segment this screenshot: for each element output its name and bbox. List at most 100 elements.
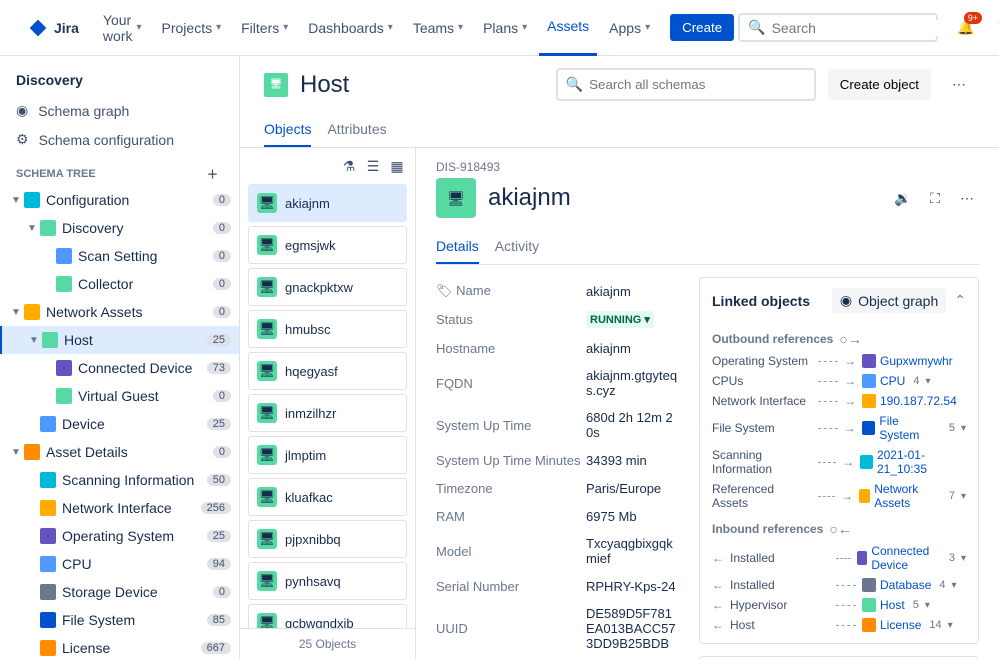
- count-badge: 256: [201, 502, 231, 514]
- list-item[interactable]: 🖥hmubsc: [248, 310, 407, 348]
- ref-type: Network Interface: [712, 394, 812, 408]
- nav-apps[interactable]: Apps▾: [601, 16, 658, 40]
- list-item[interactable]: 🖥jlmptim: [248, 436, 407, 474]
- graph-view-icon[interactable]: ⛶: [923, 186, 947, 210]
- schema-search-input[interactable]: [589, 77, 806, 92]
- ref-type-icon: [862, 578, 876, 592]
- tree-item-connected-device[interactable]: ▶ Connected Device 73: [0, 354, 239, 382]
- create-object-button[interactable]: Create object: [828, 69, 931, 100]
- feedback-icon[interactable]: 🔉: [891, 186, 915, 210]
- ref-link[interactable]: 190.187.72.54: [862, 394, 957, 408]
- detail-tab-details[interactable]: Details: [436, 230, 479, 264]
- list-item[interactable]: 🖥inmzilhzr: [248, 394, 407, 432]
- list-item[interactable]: 🖥akiajnm: [248, 184, 407, 222]
- more-actions-icon[interactable]: ⋯: [943, 69, 975, 101]
- chevron-up-icon[interactable]: ⌃: [954, 292, 966, 309]
- tree-item-label: File System: [62, 612, 207, 628]
- tree-item-cpu[interactable]: ▶ CPU 94: [0, 550, 239, 578]
- ref-type-icon: [862, 394, 876, 408]
- object-type-icon: [40, 416, 56, 432]
- list-item-label: inmzilhzr: [285, 406, 336, 421]
- create-button[interactable]: Create: [670, 14, 734, 41]
- nav-assets[interactable]: Assets: [539, 0, 597, 56]
- count-badge: 94: [207, 558, 231, 570]
- logo-text: Jira: [54, 20, 79, 36]
- ref-link[interactable]: 2021-01-21_10:35: [860, 448, 966, 476]
- prop-value: DE589D5F781EA013BACC573DD9B25BDB: [586, 606, 679, 651]
- ref-arrow: [818, 381, 838, 382]
- jira-logo[interactable]: Jira: [28, 18, 79, 38]
- list-item[interactable]: 🖥pynhsavq: [248, 562, 407, 600]
- tree-item-collector[interactable]: ▶ Collector 0: [0, 270, 239, 298]
- ref-link[interactable]: CPU4▾: [862, 374, 931, 388]
- ref-type-icon: [862, 598, 876, 612]
- tree-item-discovery[interactable]: ▼ Discovery 0: [0, 214, 239, 242]
- object-type-icon: [56, 276, 72, 292]
- list-item[interactable]: 🖥hqegyasf: [248, 352, 407, 390]
- chevron-icon: ▼: [8, 447, 24, 458]
- tree-item-scan-setting[interactable]: ▶ Scan Setting 0: [0, 242, 239, 270]
- object-icon: 🖥: [257, 487, 277, 507]
- prop-label: Timezone: [436, 481, 586, 496]
- object-title: akiajnm: [488, 184, 571, 212]
- ref-link[interactable]: Gupxwmywhr: [862, 354, 953, 368]
- tree-item-asset-details[interactable]: ▼ Asset Details 0: [0, 438, 239, 466]
- notifications-icon[interactable]: 🔔9+: [954, 16, 978, 40]
- tree-item-file-system[interactable]: ▶ File System 85: [0, 606, 239, 634]
- object-list-panel: ⚗ ☰ ▦ 🖥akiajnm🖥egmsjwk🖥gnackpktxw🖥hmubsc…: [240, 148, 416, 659]
- tree-item-storage-device[interactable]: ▶ Storage Device 0: [0, 578, 239, 606]
- search-input[interactable]: [772, 20, 953, 36]
- page-title: Host: [300, 71, 349, 99]
- grid-view-icon[interactable]: ▦: [387, 156, 407, 176]
- tree-item-license[interactable]: ▶ License 667: [0, 634, 239, 659]
- nav-filters[interactable]: Filters▾: [233, 16, 296, 40]
- ref-link[interactable]: License14▾: [862, 618, 953, 632]
- ref-link[interactable]: File System5▾: [862, 414, 966, 442]
- tree-item-host[interactable]: ▼ Host 25: [0, 326, 239, 354]
- tree-item-scanning-information[interactable]: ▶ Scanning Information 50: [0, 466, 239, 494]
- tree-item-label: Operating System: [62, 528, 207, 544]
- ref-arrow: [818, 462, 836, 463]
- nav-dashboards[interactable]: Dashboards▾: [300, 16, 401, 40]
- nav-your-work[interactable]: Your work▾: [95, 8, 150, 48]
- list-item[interactable]: 🖥egmsjwk: [248, 226, 407, 264]
- list-item-label: akiajnm: [285, 196, 330, 211]
- tab-attributes[interactable]: Attributes: [327, 113, 386, 147]
- topbar: Jira Your work▾ Projects▾ Filters▾ Dashb…: [0, 0, 999, 56]
- prop-label: Model: [436, 544, 586, 559]
- list-item[interactable]: 🖥pjpxnibbq: [248, 520, 407, 558]
- ref-link[interactable]: Host5▾: [862, 598, 930, 612]
- schema-graph-link[interactable]: ◉Schema graph: [0, 96, 239, 125]
- tree-item-operating-system[interactable]: ▶ Operating System 25: [0, 522, 239, 550]
- list-item[interactable]: 🖥qcbwgndxib: [248, 604, 407, 628]
- nav-plans[interactable]: Plans▾: [475, 16, 535, 40]
- help-icon[interactable]: ❔: [990, 16, 999, 40]
- nav-teams[interactable]: Teams▾: [405, 16, 471, 40]
- detail-tab-activity[interactable]: Activity: [495, 230, 539, 264]
- list-item-label: pjpxnibbq: [285, 532, 341, 547]
- count-badge: 0: [213, 194, 231, 206]
- nav-projects[interactable]: Projects▾: [154, 16, 230, 40]
- list-item[interactable]: 🖥kluafkac: [248, 478, 407, 516]
- ref-link[interactable]: Database4▾: [862, 578, 957, 592]
- schema-config-link[interactable]: ⚙Schema configuration: [0, 125, 239, 154]
- detail-more-icon[interactable]: ⋯: [955, 186, 979, 210]
- object-graph-button[interactable]: ◉Object graph: [832, 288, 946, 313]
- list-view-icon[interactable]: ☰: [363, 156, 383, 176]
- tab-objects[interactable]: Objects: [264, 113, 311, 147]
- schema-search[interactable]: 🔍: [556, 68, 816, 101]
- tree-item-network-assets[interactable]: ▼ Network Assets 0: [0, 298, 239, 326]
- add-schema-icon[interactable]: ＋: [207, 166, 223, 182]
- global-search[interactable]: 🔍: [738, 13, 938, 42]
- tree-item-configuration[interactable]: ▼ Configuration 0: [0, 186, 239, 214]
- list-item[interactable]: 🖥gnackpktxw: [248, 268, 407, 306]
- status-badge[interactable]: RUNNING ▾: [586, 311, 654, 328]
- tree-item-network-interface[interactable]: ▶ Network Interface 256: [0, 494, 239, 522]
- tree-item-device[interactable]: ▶ Device 25: [0, 410, 239, 438]
- tree-item-virtual-guest[interactable]: ▶ Virtual Guest 0: [0, 382, 239, 410]
- ref-link[interactable]: Network Assets7▾: [859, 482, 966, 510]
- ref-link[interactable]: Connected Device3▾: [857, 544, 966, 572]
- filter-icon[interactable]: ⚗: [339, 156, 359, 176]
- ref-type-icon: [862, 354, 876, 368]
- app-switcher-icon[interactable]: [12, 16, 16, 40]
